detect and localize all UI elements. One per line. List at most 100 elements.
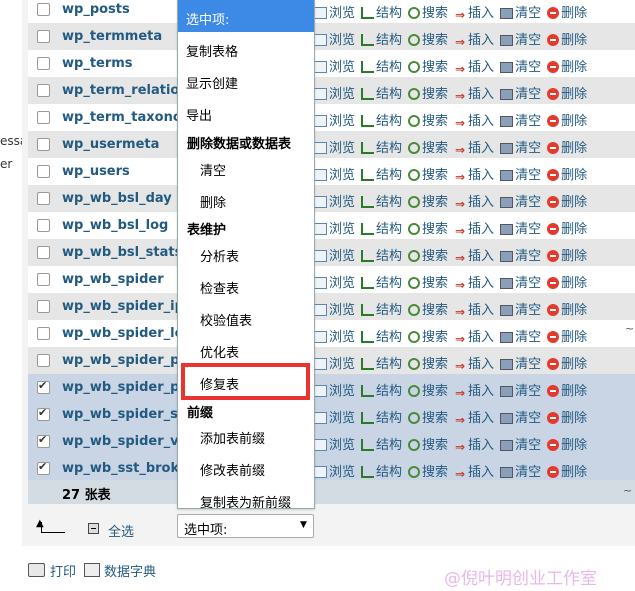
row-checkbox[interactable]: [37, 192, 50, 205]
action-structure[interactable]: 结构: [361, 191, 402, 210]
table-row[interactable]: wp_users 浏览 结构 搜索 ⇒ 插入 清空 删除: [28, 158, 635, 186]
row-checkbox[interactable]: [37, 433, 50, 448]
select-all-icon[interactable]: [88, 523, 99, 534]
printer-icon[interactable]: [28, 563, 45, 577]
table-name-link[interactable]: wp_terms: [62, 56, 180, 71]
row-checkbox[interactable]: [37, 138, 50, 151]
action-insert[interactable]: ⇒ 插入: [454, 29, 494, 49]
action-drop[interactable]: 删除: [547, 2, 587, 21]
menu-item-analyze[interactable]: 分析表: [200, 246, 239, 265]
action-insert[interactable]: ⇒ 插入: [454, 326, 494, 346]
table-name-link[interactable]: wp_wb_sst_broke: [62, 461, 180, 476]
action-empty[interactable]: 清空: [500, 2, 541, 21]
action-insert[interactable]: ⇒ 插入: [454, 110, 494, 130]
action-structure[interactable]: 结构: [361, 407, 402, 426]
row-checkbox[interactable]: [37, 111, 50, 124]
table-row[interactable]: wp_wb_spider 浏览 结构 搜索 ⇒ 插入 清空 删除: [28, 266, 635, 294]
action-insert[interactable]: ⇒ 插入: [454, 353, 494, 373]
action-drop[interactable]: 删除: [547, 299, 587, 318]
table-name-link[interactable]: wp_wb_bsl_day: [62, 191, 180, 206]
table-row[interactable]: wp_posts 浏览 结构 搜索 ⇒ 插入 清空 删除: [28, 0, 635, 24]
action-drop[interactable]: 删除: [547, 245, 587, 264]
action-empty[interactable]: 清空: [500, 29, 541, 48]
action-empty[interactable]: 清空: [500, 434, 541, 453]
action-structure[interactable]: 结构: [361, 272, 402, 291]
action-insert[interactable]: ⇒ 插入: [454, 137, 494, 157]
action-insert[interactable]: ⇒ 插入: [454, 83, 494, 103]
action-empty[interactable]: 清空: [500, 83, 541, 102]
table-row[interactable]: wp_wb_spider_po 浏览 结构 搜索 ⇒插入 清空 删除: [28, 347, 635, 375]
action-search[interactable]: 搜索: [408, 380, 448, 399]
action-search[interactable]: 搜索: [408, 191, 448, 210]
table-name-link[interactable]: wp_termmeta: [62, 29, 180, 44]
action-browse[interactable]: 浏览: [314, 407, 355, 426]
with-selected-select[interactable]: 选中项: ▼: [177, 514, 314, 538]
action-insert[interactable]: ⇒ 插入: [454, 272, 494, 292]
table-row[interactable]: wp_wb_bsl_log 浏览 结构 搜索 ⇒ 插入 清空 删除: [28, 212, 635, 240]
action-search[interactable]: 搜索: [408, 326, 448, 345]
action-drop[interactable]: 删除: [547, 326, 587, 345]
table-name-link[interactable]: wp_wb_spider_ip: [62, 299, 180, 314]
row-checkbox[interactable]: [37, 165, 50, 178]
table-row[interactable]: wp_wb_spider_ip 浏览 结构 搜索 ⇒ 插入 清空 删除: [28, 293, 635, 321]
table-name-link[interactable]: wp_wb_spider_vis: [62, 434, 180, 449]
action-empty[interactable]: 清空: [500, 137, 541, 156]
table-row[interactable]: wp_wb_spider_po 浏览 结构 搜索 ⇒插入 清空 删除: [28, 374, 635, 402]
menu-item-optimize[interactable]: 优化表: [200, 342, 239, 361]
table-row[interactable]: wp_wb_sst_broke 浏览 结构 搜索 ⇒插入 清空 删除: [28, 455, 635, 483]
action-browse[interactable]: 浏览: [314, 191, 355, 210]
table-row[interactable]: wp_wb_spider_vis 浏览 结构 搜索 ⇒插入 清空 删除: [28, 428, 635, 456]
action-search[interactable]: 搜索: [408, 434, 448, 453]
action-insert[interactable]: ⇒ 插入: [454, 191, 494, 211]
action-insert[interactable]: ⇒ 插入: [454, 2, 494, 22]
action-structure[interactable]: 结构: [361, 110, 402, 129]
table-row[interactable]: wp_terms 浏览 结构 搜索 ⇒ 插入 清空 删除: [28, 50, 635, 78]
action-drop[interactable]: 删除: [547, 461, 587, 480]
menu-item-change-prefix[interactable]: 修改表前缀: [200, 460, 265, 479]
action-insert[interactable]: ⇒ 插入: [454, 245, 494, 265]
row-checkbox[interactable]: [37, 84, 50, 97]
action-structure[interactable]: 结构: [361, 137, 402, 156]
action-structure[interactable]: 结构: [361, 56, 402, 75]
action-browse[interactable]: 浏览: [314, 434, 355, 453]
action-insert[interactable]: ⇒ 插入: [454, 164, 494, 184]
action-empty[interactable]: 清空: [500, 407, 541, 426]
row-checkbox[interactable]: [37, 3, 50, 16]
action-structure[interactable]: 结构: [361, 434, 402, 453]
action-structure[interactable]: 结构: [361, 83, 402, 102]
action-structure[interactable]: 结构: [361, 218, 402, 237]
table-name-link[interactable]: wp_wb_bsl_stats: [62, 245, 180, 260]
menu-item-copy-table[interactable]: 复制表格: [186, 41, 238, 60]
table-name-link[interactable]: wp_wb_bsl_log: [62, 218, 180, 233]
menu-item-add-prefix[interactable]: 添加表前缀: [200, 428, 265, 447]
action-drop[interactable]: 删除: [547, 218, 587, 237]
action-drop[interactable]: 删除: [547, 380, 587, 399]
action-browse[interactable]: 浏览: [314, 245, 355, 264]
action-structure[interactable]: 结构: [361, 164, 402, 183]
data-dictionary-link[interactable]: 数据字典: [104, 561, 156, 580]
action-structure[interactable]: 结构: [361, 461, 402, 480]
action-structure[interactable]: 结构: [361, 2, 402, 21]
action-empty[interactable]: 清空: [500, 380, 541, 399]
action-drop[interactable]: 删除: [547, 191, 587, 210]
table-name-link[interactable]: wp_term_taxonomy: [62, 110, 180, 125]
menu-item-copy-prefix[interactable]: 复制表为新前缀: [200, 492, 291, 511]
row-checkbox[interactable]: [37, 273, 50, 286]
table-name-link[interactable]: wp_wb_spider_po: [62, 353, 180, 368]
action-search[interactable]: 搜索: [408, 110, 448, 129]
action-empty[interactable]: 清空: [500, 164, 541, 183]
action-search[interactable]: 搜索: [408, 29, 448, 48]
action-browse[interactable]: 浏览: [314, 326, 355, 345]
action-drop[interactable]: 删除: [547, 83, 587, 102]
action-empty[interactable]: 清空: [500, 191, 541, 210]
row-checkbox[interactable]: [37, 327, 50, 340]
action-browse[interactable]: 浏览: [314, 218, 355, 237]
action-drop[interactable]: 删除: [547, 110, 587, 129]
action-search[interactable]: 搜索: [408, 218, 448, 237]
row-checkbox[interactable]: [37, 379, 50, 394]
action-browse[interactable]: 浏览: [314, 272, 355, 291]
action-drop[interactable]: 删除: [547, 434, 587, 453]
table-name-link[interactable]: wp_wb_spider_sum: [62, 407, 180, 422]
action-structure[interactable]: 结构: [361, 29, 402, 48]
action-empty[interactable]: 清空: [500, 110, 541, 129]
